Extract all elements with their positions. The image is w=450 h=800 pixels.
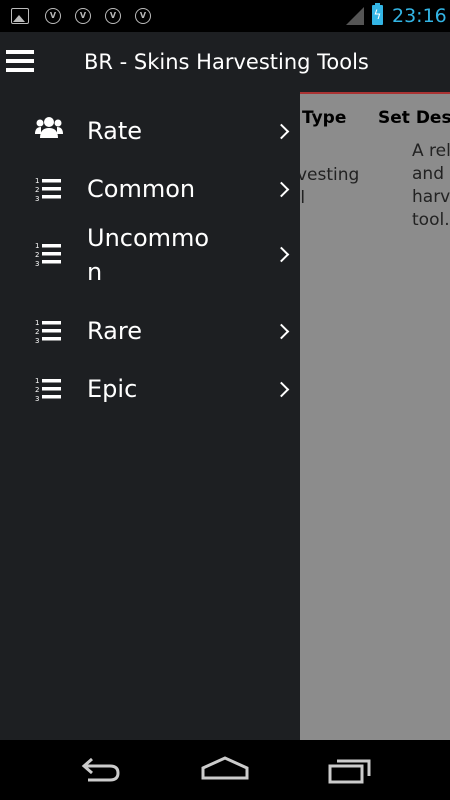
numbered-list-icon: 1 2 3: [35, 319, 61, 344]
image-icon: [11, 8, 29, 24]
drawer-item-epic[interactable]: 1 2 3 Epic: [0, 364, 300, 422]
system-nav-bar: [0, 740, 450, 800]
navigation-drawer: Rate 1 2 3 Common 1 2 3 Uncommo n 1 2 3 …: [0, 92, 300, 740]
svg-text:3: 3: [35, 395, 39, 402]
svg-text:2: 2: [35, 251, 39, 259]
v-badge-icon: V: [105, 8, 121, 24]
drawer-item-label: Rare: [87, 317, 142, 345]
svg-text:2: 2: [35, 386, 39, 394]
battery-charging-icon: ϟ: [372, 3, 383, 25]
chevron-right-icon: [273, 123, 290, 140]
column-header-set-description: Set Desc: [378, 108, 450, 128]
numbered-list-icon: 1 2 3: [35, 177, 61, 202]
drawer-item-rate[interactable]: Rate: [0, 102, 300, 160]
drawer-item-label: Rate: [87, 117, 143, 145]
table-cell-type: rvesting ol: [290, 165, 360, 208]
v-badge-icon: V: [135, 8, 151, 24]
back-icon[interactable]: [72, 752, 132, 788]
svg-text:3: 3: [35, 195, 39, 202]
numbered-list-icon: 1 2 3: [35, 242, 61, 267]
hamburger-icon[interactable]: [6, 48, 34, 74]
v-badge-icon: V: [75, 8, 91, 24]
v-badge-icon: V: [45, 8, 61, 24]
svg-text:1: 1: [35, 377, 39, 385]
svg-text:2: 2: [35, 328, 39, 336]
svg-text:2: 2: [35, 186, 39, 194]
chevron-right-icon: [273, 246, 290, 263]
app-title: BR - Skins Harvesting Tools: [84, 50, 369, 74]
svg-text:1: 1: [35, 319, 39, 327]
status-time: 23:16: [392, 5, 447, 27]
svg-text:1: 1: [35, 177, 39, 185]
drawer-item-label: Epic: [87, 375, 138, 403]
header-divider: [300, 92, 450, 94]
action-bar: BR - Skins Harvesting Tools: [0, 32, 450, 92]
drawer-item-label: Common: [87, 175, 196, 203]
svg-text:3: 3: [35, 337, 39, 344]
svg-text:1: 1: [35, 242, 39, 250]
chevron-right-icon: [273, 323, 290, 340]
drawer-item-uncommon[interactable]: 1 2 3 Uncommo n: [0, 218, 300, 306]
signal-icon: [346, 7, 364, 25]
recent-apps-icon[interactable]: [320, 752, 380, 788]
users-icon: [35, 117, 63, 138]
chevron-right-icon: [273, 381, 290, 398]
home-icon[interactable]: [195, 752, 255, 788]
drawer-item-common[interactable]: 1 2 3 Common: [0, 160, 300, 218]
numbered-list-icon: 1 2 3: [35, 377, 61, 402]
svg-text:3: 3: [35, 260, 39, 267]
table-cell-description: A rel and harv tool.: [412, 141, 450, 230]
column-header-type: Type: [302, 108, 347, 128]
drawer-item-rare[interactable]: 1 2 3 Rare: [0, 306, 300, 364]
status-bar: V V V V ϟ 23:16: [0, 0, 450, 32]
drawer-item-label: Uncommo n: [87, 224, 210, 286]
chevron-right-icon: [273, 181, 290, 198]
